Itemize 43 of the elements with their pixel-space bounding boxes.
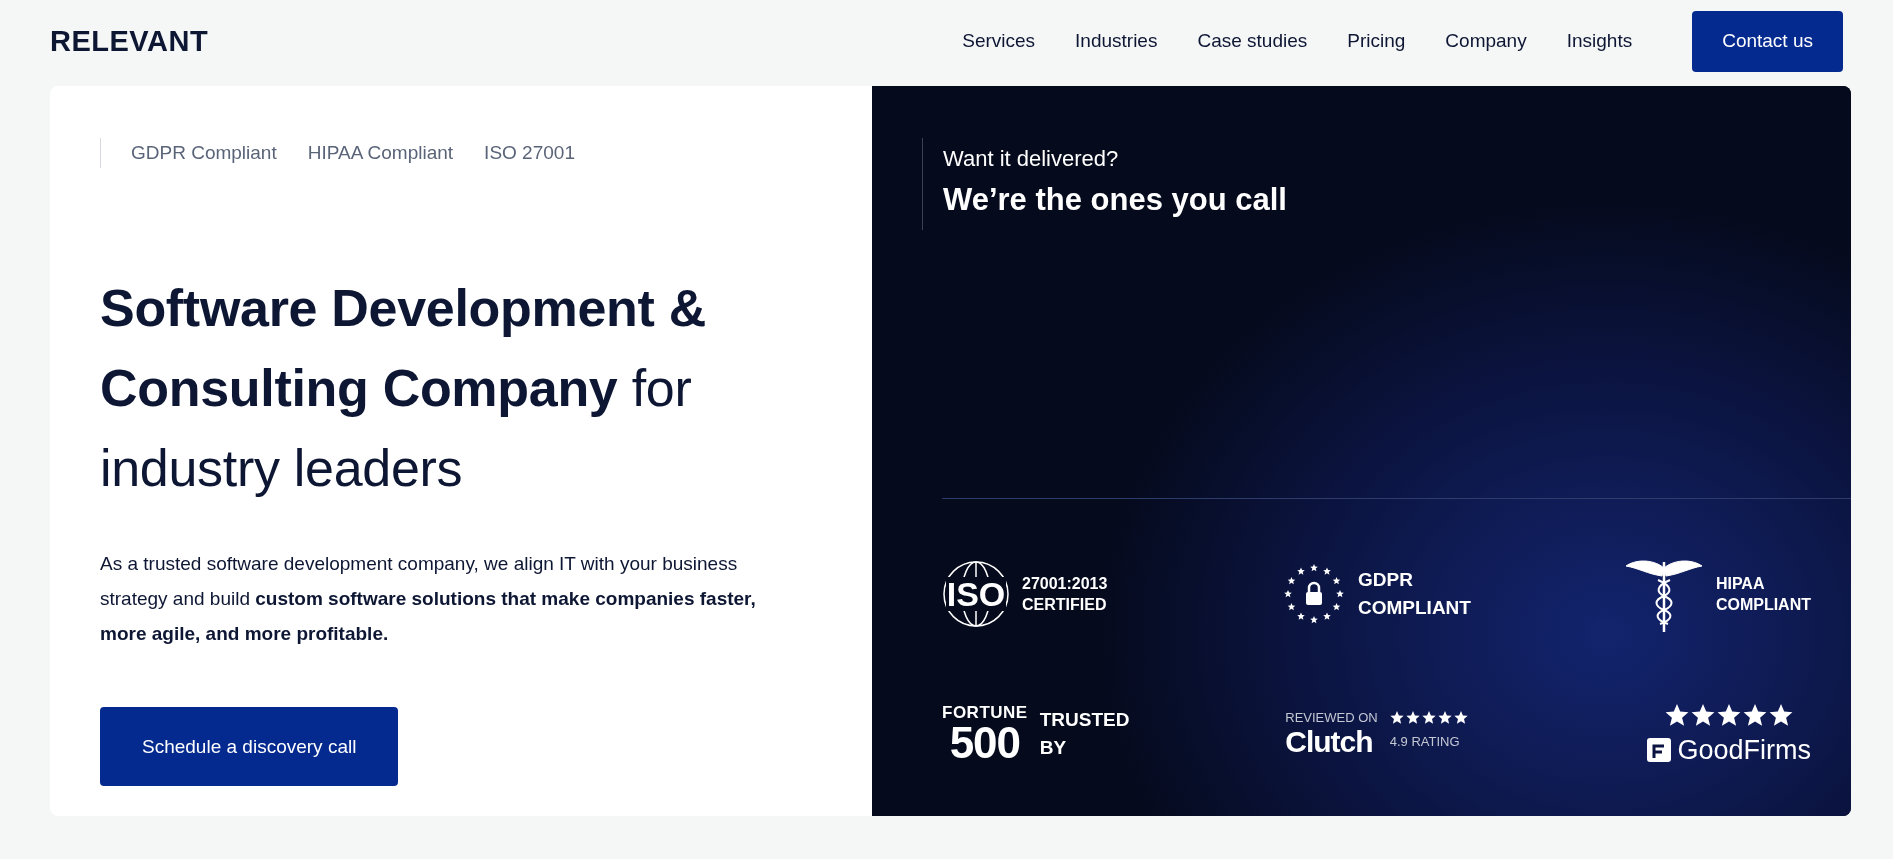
star-icon bbox=[1389, 710, 1404, 724]
star-icon bbox=[1437, 710, 1452, 724]
nav-link[interactable]: Pricing bbox=[1347, 30, 1406, 52]
star-icon bbox=[1743, 702, 1768, 727]
eu-stars-lock-icon bbox=[1282, 562, 1346, 626]
goodfirms-logo-icon bbox=[1647, 738, 1672, 762]
clutch-logo: Clutch bbox=[1285, 724, 1374, 759]
star-icon bbox=[1769, 702, 1794, 727]
star-icon bbox=[1717, 702, 1742, 727]
nav-link[interactable]: Industries bbox=[1075, 30, 1158, 52]
goodfirms-logo: GoodFirms bbox=[1677, 734, 1811, 766]
badge-label: COMPLIANT bbox=[1715, 595, 1811, 615]
panel-title: We’re the ones you call bbox=[943, 182, 1288, 218]
hero-description: As a trusted software development company, we align IT with your business strategy and build custom software solutions that make companies faster, more agile, and more profitable. bbox=[100, 552, 757, 646]
iso-logo: ISO bbox=[942, 560, 1010, 628]
nav-link[interactable]: Case studies bbox=[1197, 30, 1308, 52]
reviewed-on-label: REVIEWED ON bbox=[1285, 709, 1378, 725]
logo[interactable]: RELEVANT bbox=[50, 24, 209, 58]
rating-label: 4.9 RATING bbox=[1389, 734, 1461, 749]
hero-heading: Software Development & Consulting Company for industry leaders bbox=[100, 278, 707, 499]
badge-label: HIPAA bbox=[1715, 574, 1766, 594]
fortune-logo-number: 500 bbox=[949, 720, 1021, 765]
badge-label: 27001:2013 bbox=[1022, 574, 1108, 594]
star-icon bbox=[1453, 710, 1468, 724]
fortune-logo-text: FORTUNE bbox=[942, 703, 1028, 721]
badge-label: GDPR bbox=[1358, 568, 1414, 592]
nav-link[interactable]: Services bbox=[962, 30, 1036, 52]
contact-button[interactable]: Contact us bbox=[1692, 10, 1843, 72]
nav-link[interactable]: Company bbox=[1445, 30, 1527, 52]
badge-label: BY bbox=[1039, 736, 1068, 760]
compliance-label: ISO 27001 bbox=[484, 142, 575, 164]
compliance-label: HIPAA Compliant bbox=[307, 142, 454, 164]
star-icon bbox=[1665, 702, 1690, 727]
compliance-label: GDPR Compliant bbox=[131, 142, 277, 164]
star-icon bbox=[1421, 710, 1436, 724]
schedule-call-button[interactable]: Schedule a discovery call bbox=[100, 707, 399, 786]
star-icon bbox=[1405, 710, 1420, 724]
badge-label: CERTIFIED bbox=[1022, 595, 1108, 615]
panel-kicker: Want it delivered? bbox=[943, 146, 1120, 172]
badge-label: TRUSTED bbox=[1039, 708, 1130, 732]
star-icon bbox=[1691, 702, 1716, 727]
nav-link[interactable]: Insights bbox=[1566, 30, 1633, 52]
badge-label: COMPLIANT bbox=[1358, 596, 1471, 620]
